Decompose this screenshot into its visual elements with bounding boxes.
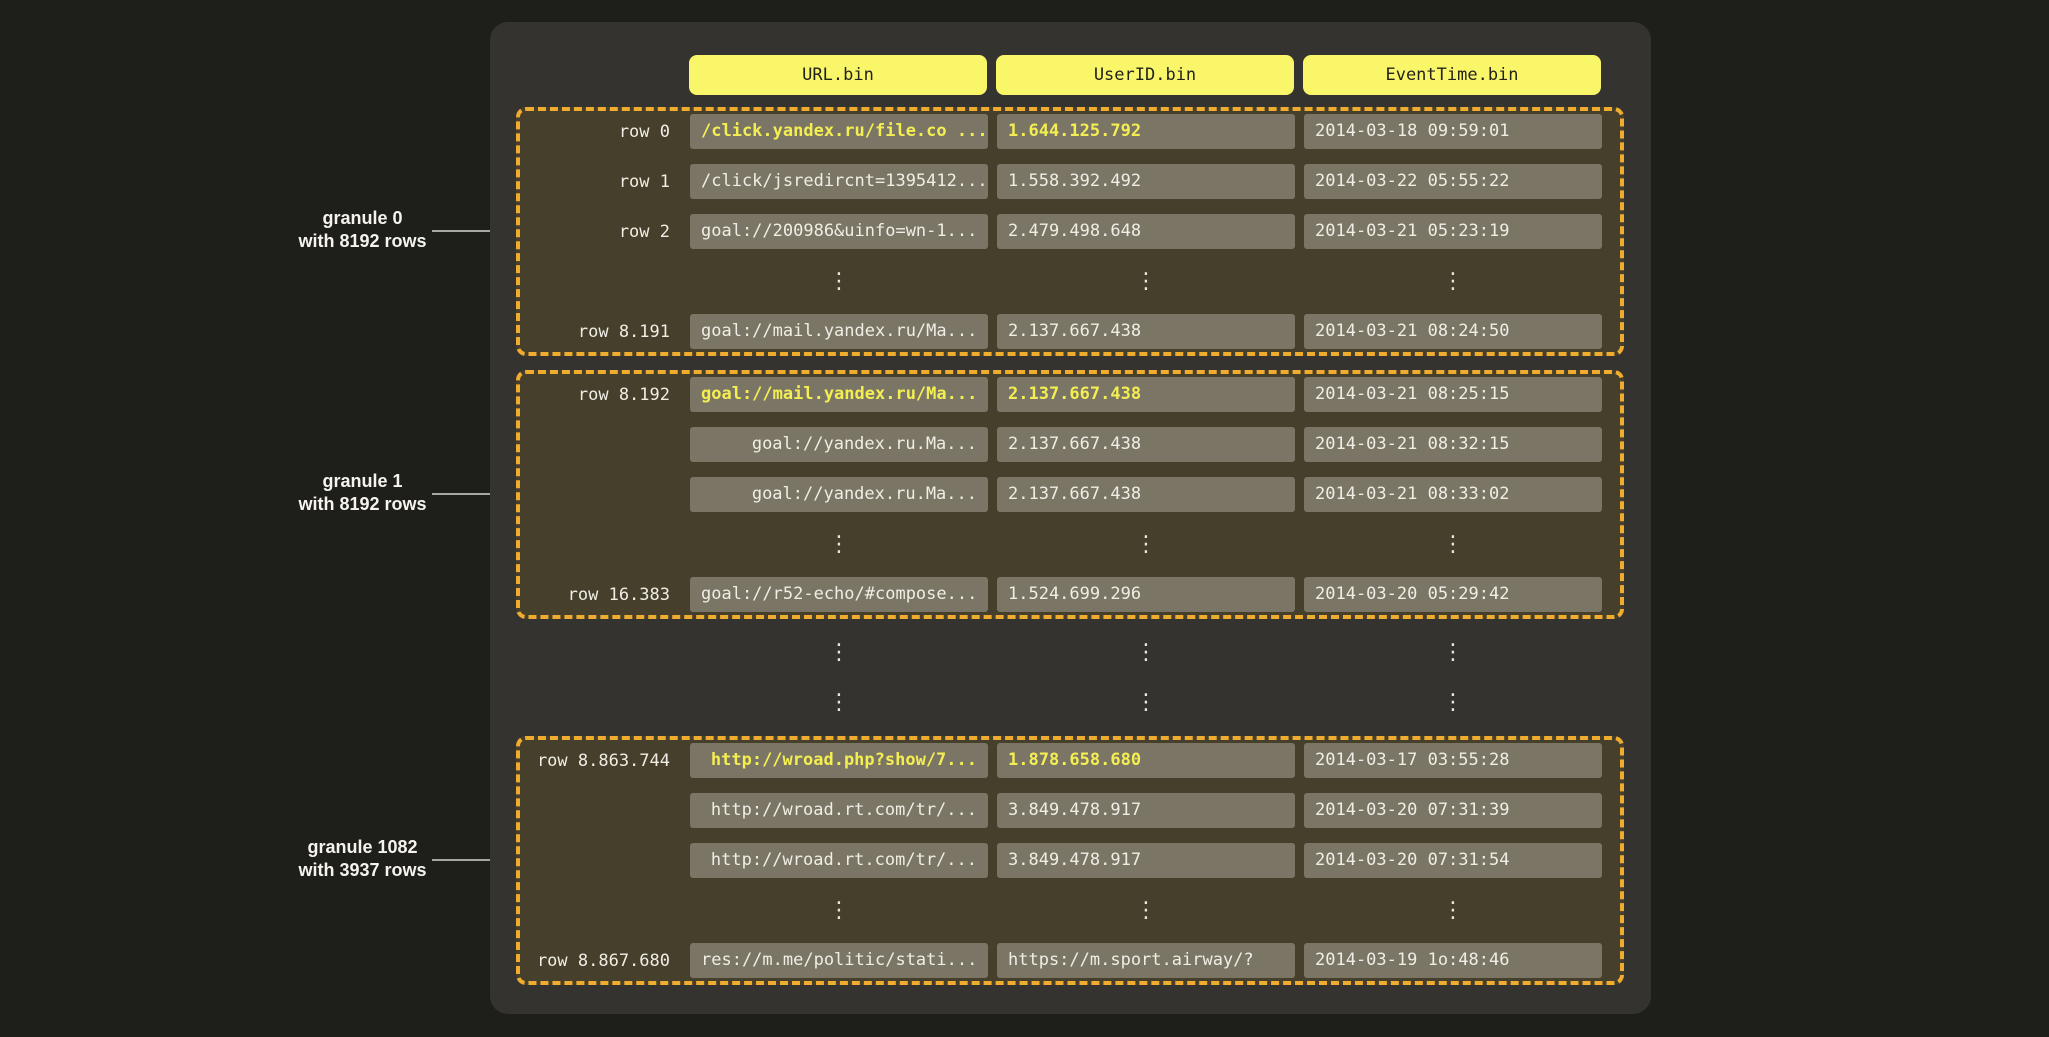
- vertical-ellipsis-icon: ⋮: [690, 527, 988, 562]
- cell-userid: 2.137.667.438: [997, 377, 1295, 412]
- vertical-ellipsis-icon: ⋮: [1304, 264, 1602, 299]
- cell-url: goal://yandex.ru.Ma...: [690, 477, 988, 512]
- vertical-ellipsis-icon: ⋮: [997, 893, 1295, 928]
- between-granules-ellipsis: ⋮ ⋮ ⋮ ⋮ ⋮ ⋮: [520, 635, 1624, 720]
- vertical-ellipsis-icon: ⋮: [1304, 635, 1602, 670]
- vertical-ellipsis-icon: ⋮: [690, 264, 988, 299]
- column-header-row: URL.bin UserID.bin EventTime.bin: [689, 55, 1624, 95]
- table-row: row 8.191 goal://mail.yandex.ru/Ma... 2.…: [520, 314, 1620, 349]
- diagram-card: URL.bin UserID.bin EventTime.bin row 0 /…: [490, 22, 1651, 1014]
- cell-url: goal://mail.yandex.ru/Ma...: [690, 314, 988, 349]
- granule-1082-annotation-line1: granule 1082: [255, 836, 470, 859]
- cell-url: res://m.me/politic/stati...: [690, 943, 988, 978]
- cell-userid: 3.849.478.917: [997, 843, 1295, 878]
- cell-eventtime: 2014-03-21 05:23:19: [1304, 214, 1602, 249]
- ellipsis-row: ⋮ ⋮ ⋮: [520, 893, 1620, 928]
- row-label: row 0: [520, 122, 690, 142]
- granule-1-annotation-line1: granule 1: [255, 470, 470, 493]
- cell-userid: 1.644.125.792: [997, 114, 1295, 149]
- cell-eventtime: 2014-03-19 1o:48:46: [1304, 943, 1602, 978]
- granule-1082-arrow-icon: [432, 859, 498, 861]
- cell-userid: 2.137.667.438: [997, 427, 1295, 462]
- cell-eventtime: 2014-03-20 07:31:39: [1304, 793, 1602, 828]
- row-label: row 2: [520, 222, 690, 242]
- vertical-ellipsis-icon: ⋮: [997, 264, 1295, 299]
- granule-1-arrow-icon: [432, 493, 498, 495]
- ellipsis-row: ⋮ ⋮ ⋮: [520, 635, 1624, 670]
- table-row: goal://yandex.ru.Ma... 2.137.667.438 201…: [520, 477, 1620, 512]
- table-row: row 16.383 goal://r52-echo/#compose... 1…: [520, 577, 1620, 612]
- column-header-eventtime: EventTime.bin: [1303, 55, 1601, 95]
- row-label: row 1: [520, 172, 690, 192]
- row-label: row 16.383: [520, 585, 690, 605]
- column-header-userid: UserID.bin: [996, 55, 1294, 95]
- cell-userid: 2.137.667.438: [997, 477, 1295, 512]
- cell-userid: 1.524.699.296: [997, 577, 1295, 612]
- vertical-ellipsis-icon: ⋮: [997, 685, 1295, 720]
- cell-url: /click.yandex.ru/file.co ...: [690, 114, 988, 149]
- cell-userid: https://m.sport.airway/?: [997, 943, 1295, 978]
- cell-userid: 2.137.667.438: [997, 314, 1295, 349]
- cell-url: http://wroad.rt.com/tr/...: [690, 793, 988, 828]
- row-label: row 8.863.744: [520, 751, 690, 771]
- ellipsis-row: ⋮ ⋮ ⋮: [520, 527, 1620, 562]
- table-row: row 0 /click.yandex.ru/file.co ... 1.644…: [520, 114, 1620, 149]
- table-row: row 2 goal://200986&uinfo=wn-1... 2.479.…: [520, 214, 1620, 249]
- cell-eventtime: 2014-03-22 05:55:22: [1304, 164, 1602, 199]
- cell-userid: 1.878.658.680: [997, 743, 1295, 778]
- cell-eventtime: 2014-03-20 07:31:54: [1304, 843, 1602, 878]
- granule-1082-box: row 8.863.744 http://wroad.php?show/7...…: [516, 736, 1624, 985]
- cell-eventtime: 2014-03-21 08:32:15: [1304, 427, 1602, 462]
- ellipsis-row: ⋮ ⋮ ⋮: [520, 685, 1624, 720]
- table-row: row 8.192 goal://mail.yandex.ru/Ma... 2.…: [520, 377, 1620, 412]
- granule-0-arrow-icon: [432, 230, 498, 232]
- table-row: row 8.867.680 res://m.me/politic/stati..…: [520, 943, 1620, 978]
- table-row: row 8.863.744 http://wroad.php?show/7...…: [520, 743, 1620, 778]
- granule-0-box: row 0 /click.yandex.ru/file.co ... 1.644…: [516, 107, 1624, 356]
- cell-userid: 3.849.478.917: [997, 793, 1295, 828]
- vertical-ellipsis-icon: ⋮: [1304, 685, 1602, 720]
- cell-eventtime: 2014-03-21 08:33:02: [1304, 477, 1602, 512]
- cell-userid: 1.558.392.492: [997, 164, 1295, 199]
- table-row: row 1 /click/jsredircnt=1395412... 1.558…: [520, 164, 1620, 199]
- granule-1-annotation-line2: with 8192 rows: [255, 493, 470, 516]
- cell-url: goal://mail.yandex.ru/Ma...: [690, 377, 988, 412]
- vertical-ellipsis-icon: ⋮: [690, 893, 988, 928]
- vertical-ellipsis-icon: ⋮: [1304, 527, 1602, 562]
- granule-1082-annotation-line2: with 3937 rows: [255, 859, 470, 882]
- row-label: row 8.192: [520, 385, 690, 405]
- vertical-ellipsis-icon: ⋮: [997, 635, 1295, 670]
- cell-eventtime: 2014-03-18 09:59:01: [1304, 114, 1602, 149]
- cell-eventtime: 2014-03-17 03:55:28: [1304, 743, 1602, 778]
- cell-url: goal://r52-echo/#compose...: [690, 577, 988, 612]
- granule-0-annotation-line2: with 8192 rows: [255, 230, 470, 253]
- table-row: http://wroad.rt.com/tr/... 3.849.478.917…: [520, 843, 1620, 878]
- cell-url: http://wroad.php?show/7...: [690, 743, 988, 778]
- cell-url: http://wroad.rt.com/tr/...: [690, 843, 988, 878]
- cell-url: goal://200986&uinfo=wn-1...: [690, 214, 988, 249]
- vertical-ellipsis-icon: ⋮: [690, 635, 988, 670]
- cell-url: goal://yandex.ru.Ma...: [690, 427, 988, 462]
- vertical-ellipsis-icon: ⋮: [997, 527, 1295, 562]
- ellipsis-row: ⋮ ⋮ ⋮: [520, 264, 1620, 299]
- cell-eventtime: 2014-03-20 05:29:42: [1304, 577, 1602, 612]
- row-label: row 8.191: [520, 322, 690, 342]
- column-header-url: URL.bin: [689, 55, 987, 95]
- cell-userid: 2.479.498.648: [997, 214, 1295, 249]
- cell-url: /click/jsredircnt=1395412...: [690, 164, 988, 199]
- cell-eventtime: 2014-03-21 08:24:50: [1304, 314, 1602, 349]
- table-row: goal://yandex.ru.Ma... 2.137.667.438 201…: [520, 427, 1620, 462]
- cell-eventtime: 2014-03-21 08:25:15: [1304, 377, 1602, 412]
- granule-0-annotation-line1: granule 0: [255, 207, 470, 230]
- vertical-ellipsis-icon: ⋮: [1304, 893, 1602, 928]
- row-label: row 8.867.680: [520, 951, 690, 971]
- table-row: http://wroad.rt.com/tr/... 3.849.478.917…: [520, 793, 1620, 828]
- granule-1-box: row 8.192 goal://mail.yandex.ru/Ma... 2.…: [516, 370, 1624, 619]
- vertical-ellipsis-icon: ⋮: [690, 685, 988, 720]
